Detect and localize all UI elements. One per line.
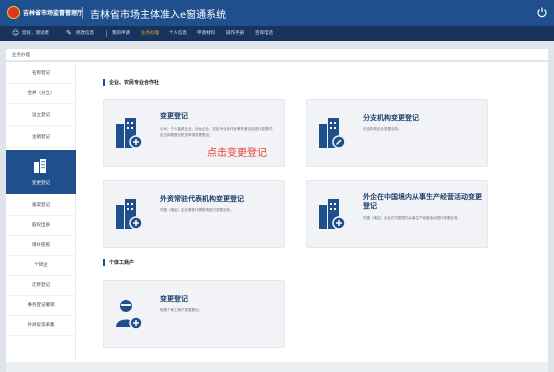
- nav-item-my-applications[interactable]: 我的申请: [112, 30, 130, 36]
- nav-item-personal-info[interactable]: 个人信息: [169, 30, 187, 36]
- nav-item-edit-info[interactable]: 修改信息: [76, 30, 94, 36]
- card-individual-change[interactable]: 变更登记 所属个体工商户变更登记。: [103, 280, 285, 348]
- user-icon: ☺: [12, 29, 20, 37]
- click-hint: 点击变更登记: [207, 148, 267, 159]
- card-change-registration[interactable]: 变更登记 公司、个人独资企业、合伙企业、农民专业合作社等在登记后进行变更时，应当…: [103, 99, 285, 167]
- sidebar-item-record[interactable]: 备案登记: [6, 196, 76, 216]
- power-icon[interactable]: [536, 5, 548, 19]
- sidebar-item-foreign-collection[interactable]: 外商投资采集: [6, 316, 76, 336]
- building-add-icon: [116, 118, 142, 149]
- section-title-enterprise: 企业、农民专业合作社: [109, 80, 160, 86]
- edit-icon: ✎: [66, 29, 72, 37]
- nav-divider: [106, 30, 107, 37]
- sidebar-item-label: 变更登记: [32, 181, 50, 186]
- power-icon-svg: [537, 7, 547, 18]
- person-add-icon: [116, 300, 142, 330]
- section-title-individual: 个体工商户: [109, 260, 135, 266]
- sidebar-item-change[interactable]: 变更登记: [6, 150, 76, 194]
- section-marker: [103, 79, 105, 86]
- card-desc: 分支机构企业变更业务。: [363, 127, 402, 131]
- sidebar-item-equity-pledge[interactable]: 股权出质: [6, 216, 76, 236]
- building-add-icon: [116, 199, 142, 230]
- card-branch-change[interactable]: 分支机构变更登记 分支机构企业变更业务。: [306, 99, 488, 167]
- card-desc: 公司、个人独资企业、合伙企业、农民专业合作社等在登记后进行变更时，应当向原登记机…: [160, 127, 276, 137]
- card-foreign-operation-change[interactable]: 外企在中国境内从事生产经营活动变更登记 外国（地区）企业在中国境内从事生产经营活…: [306, 180, 488, 248]
- sidebar-item-supplement[interactable]: 增补照照: [6, 236, 76, 256]
- card-foreign-rep-change[interactable]: 外资常驻代表机构变更登记 外国（地区）企业常驻代表机构进行变更业务。: [103, 180, 285, 248]
- card-desc: 外国（地区）企业常驻代表机构进行变更业务。: [160, 208, 234, 212]
- sidebar-item-convert[interactable]: 个转企: [6, 256, 76, 276]
- card-title: 变更登记: [160, 112, 188, 120]
- building-edit-icon: [319, 118, 345, 149]
- card-title: 外企在中国境内从事生产经营活动变更登记: [363, 193, 482, 210]
- footer: [6, 362, 548, 372]
- emblem-icon: [7, 6, 20, 19]
- sidebar-item-merge[interactable]: 合并（分立）: [6, 84, 76, 104]
- sidebar-item-cancel[interactable]: 注销登记: [6, 128, 76, 148]
- navbar: ☺ 您好，测试者 ✎ 修改信息 我的申请 业务办理 个人信息 申请材料 操作手册…: [0, 26, 554, 41]
- sidebar-item-name-registration[interactable]: 名称登记: [6, 64, 76, 84]
- nav-item-manual[interactable]: 操作手册: [226, 30, 244, 36]
- system-title: 吉林省市场主体准入e窗通系统: [90, 10, 227, 21]
- sidebar: 名称登记 合并（分立） 设立登记 注销登记 变更登记 备案登记 股权出质 增补照…: [6, 64, 76, 360]
- breadcrumb: 业务办理: [6, 49, 548, 61]
- nav-item-business[interactable]: 业务办理: [141, 30, 159, 36]
- card-title: 变更登记: [160, 295, 188, 303]
- section-marker: [103, 259, 105, 266]
- breadcrumb-label: 业务办理: [12, 53, 30, 58]
- nav-item-materials[interactable]: 申请材料: [197, 30, 215, 36]
- card-desc: 外国（地区）企业在中国境内从事生产经营活动进行变更业务。: [363, 216, 461, 220]
- card-desc: 所属个体工商户变更登记。: [160, 308, 202, 312]
- building-add-icon: [319, 199, 345, 230]
- top-header: 吉林省市场监督管理厅 吉林省市场主体准入e窗通系统: [0, 0, 554, 26]
- welcome-text: 您好，测试者: [22, 31, 49, 36]
- card-title: 外资常驻代表机构变更登记: [160, 195, 244, 203]
- header-divider: [82, 7, 83, 19]
- sidebar-item-establish[interactable]: 设立登记: [6, 106, 76, 126]
- sidebar-item-revoke[interactable]: 事务登记撤销: [6, 296, 76, 316]
- nav-item-phone[interactable]: 咨询电话: [255, 30, 273, 36]
- building-icon: [34, 159, 46, 173]
- sidebar-item-migrate[interactable]: 迁移登记: [6, 276, 76, 296]
- agency-name: 吉林省市场监督管理厅: [23, 10, 84, 17]
- card-title: 分支机构变更登记: [363, 114, 419, 122]
- main-content: 名称登记 合并（分立） 设立登记 注销登记 变更登记 备案登记 股权出质 增补照…: [6, 62, 548, 362]
